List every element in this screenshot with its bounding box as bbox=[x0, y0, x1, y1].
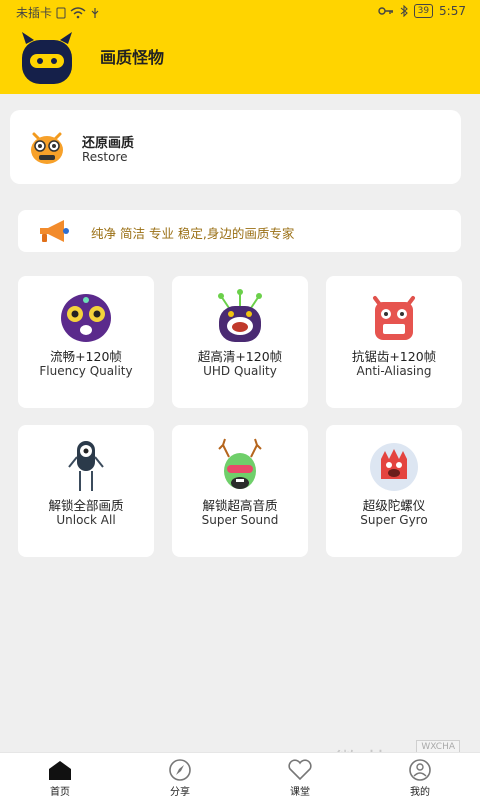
nav-label: 分享 bbox=[170, 787, 190, 798]
status-bar: 未插卡 39 5:57 bbox=[0, 0, 480, 24]
feature-name: 流畅+120帧 bbox=[50, 349, 122, 364]
antenna-monster-icon bbox=[218, 289, 262, 342]
feature-subtitle: Super Sound bbox=[201, 513, 279, 527]
feature-subtitle: Unlock All bbox=[56, 513, 116, 527]
monster-logo-icon bbox=[22, 32, 72, 84]
purple-monster-icon bbox=[61, 294, 111, 342]
bubble-monster-icon bbox=[370, 443, 418, 491]
feature-subtitle: Fluency Quality bbox=[39, 364, 133, 378]
one-eye-monster-icon bbox=[68, 441, 104, 491]
nav-item-class[interactable]: 课堂 bbox=[260, 759, 340, 798]
home-icon bbox=[49, 761, 71, 780]
nav-item-home[interactable]: 首页 bbox=[20, 759, 100, 798]
carrier-text: 未插卡 bbox=[16, 6, 53, 20]
red-box-monster-icon bbox=[373, 296, 415, 340]
feature-subtitle: Anti-Aliasing bbox=[356, 364, 432, 378]
nav-label: 我的 bbox=[410, 787, 430, 798]
battery-icon: 39 bbox=[413, 4, 434, 18]
app-header: 画质怪物 bbox=[0, 24, 480, 94]
nav-item-mine[interactable]: 我的 bbox=[380, 759, 460, 798]
feature-tile-fluency[interactable]: 流畅+120帧 Fluency Quality bbox=[18, 276, 154, 408]
key-icon bbox=[377, 7, 393, 15]
wifi-icon bbox=[70, 6, 86, 18]
nav-item-share[interactable]: 分享 bbox=[140, 759, 220, 798]
heart-icon bbox=[288, 759, 312, 781]
feature-subtitle: Super Gyro bbox=[360, 513, 428, 527]
megaphone-icon bbox=[40, 220, 69, 242]
notice-text: 纯净 简洁 专业 稳定,身边的画质专家 bbox=[91, 226, 295, 241]
feature-name: 解锁超高音质 bbox=[202, 498, 278, 513]
feature-tile-anti-aliasing[interactable]: 抗锯齿+120帧 Anti-Aliasing bbox=[326, 276, 462, 408]
feature-name: 抗锯齿+120帧 bbox=[351, 349, 437, 364]
nav-label: 首页 bbox=[50, 787, 70, 798]
notice-banner: 纯净 简洁 专业 稳定,身边的画质专家 bbox=[18, 210, 461, 252]
feature-tile-unlock-all[interactable]: 解锁全部画质 Unlock All bbox=[18, 425, 154, 557]
profile-icon bbox=[409, 759, 431, 781]
feature-name: 超级陀螺仪 bbox=[362, 498, 426, 513]
orange-monster-icon bbox=[31, 132, 63, 164]
bottom-nav: 首页 分享 课堂 我的 bbox=[0, 752, 480, 800]
restore-subtitle: Restore bbox=[82, 150, 128, 164]
compass-icon bbox=[169, 759, 191, 781]
time-text: 5:57 bbox=[439, 4, 466, 18]
restore-card[interactable]: 还原画质 Restore bbox=[10, 110, 461, 184]
usb-icon bbox=[91, 7, 99, 18]
feature-tile-super-sound[interactable]: 解锁超高音质 Super Sound bbox=[172, 425, 308, 557]
feature-name: 超高清+120帧 bbox=[197, 349, 283, 364]
feature-tile-uhd[interactable]: 超高清+120帧 UHD Quality bbox=[172, 276, 308, 408]
feature-tile-super-gyro[interactable]: 超级陀螺仪 Super Gyro bbox=[326, 425, 462, 557]
feature-subtitle: UHD Quality bbox=[203, 364, 277, 378]
antler-monster-icon bbox=[218, 438, 262, 489]
sim-icon bbox=[56, 7, 66, 18]
nav-label: 课堂 bbox=[290, 787, 310, 798]
app-title: 画质怪物 bbox=[100, 48, 165, 67]
bluetooth-icon bbox=[400, 5, 408, 17]
restore-title: 还原画质 bbox=[82, 136, 135, 151]
feature-name: 解锁全部画质 bbox=[48, 498, 124, 513]
